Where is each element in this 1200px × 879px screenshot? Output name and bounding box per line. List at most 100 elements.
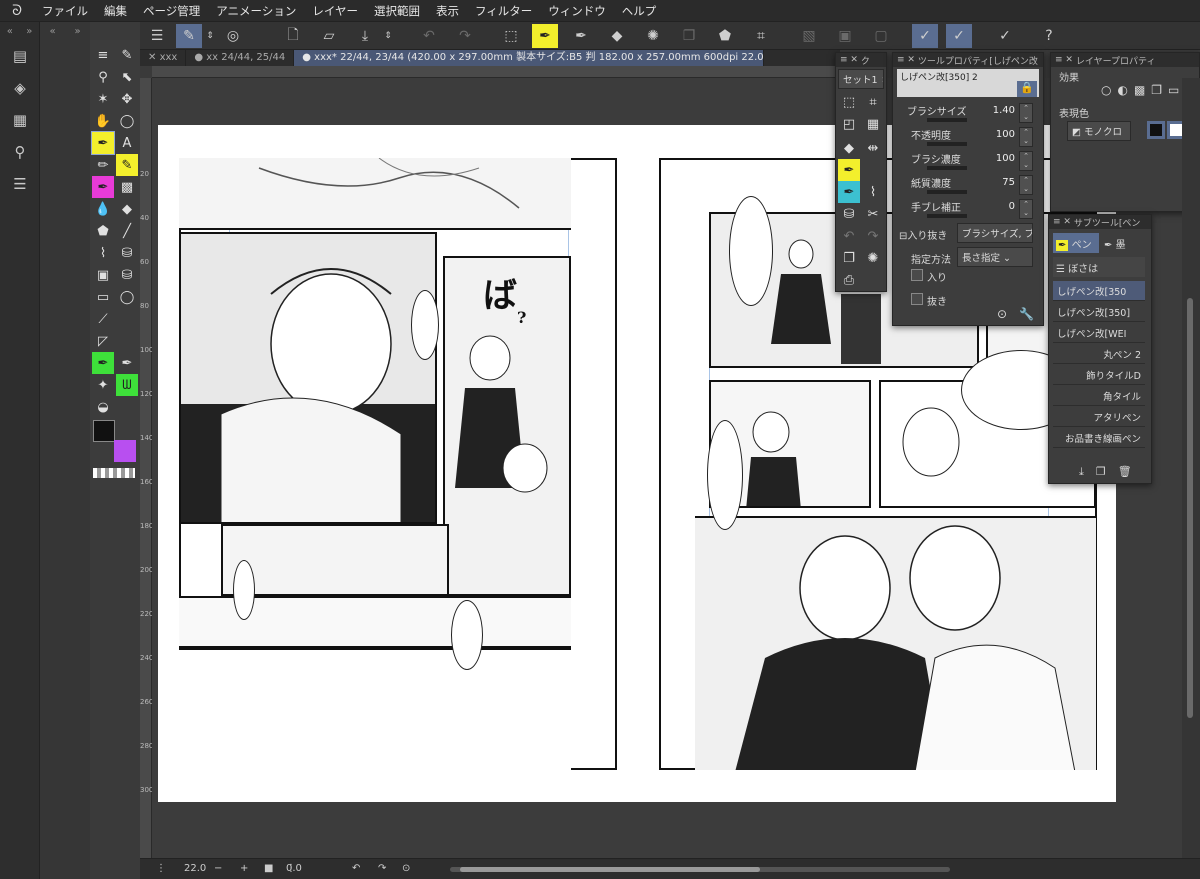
tab-document-2[interactable]: ● xx 24/44, 25/44	[186, 50, 295, 66]
angle-value[interactable]: 0.0	[286, 863, 302, 874]
fill-tool-icon[interactable]: ⬟	[92, 220, 114, 242]
move-tool-icon[interactable]: ✥	[116, 88, 138, 110]
eraser-tool-icon[interactable]: ◆	[116, 198, 138, 220]
reset-icon[interactable]: ⊙	[997, 307, 1007, 321]
eraser-quick-icon[interactable]: ◆	[604, 24, 630, 48]
lock-icon[interactable]: 🔒	[1017, 81, 1037, 97]
decoration-tool-icon[interactable]: ✒	[92, 352, 114, 374]
speech-bubble[interactable]	[451, 600, 483, 670]
stepper-icon[interactable]: ⌃ ⌄	[1019, 175, 1033, 195]
method-dropdown[interactable]: 長さ指定 ⌄	[957, 247, 1033, 267]
h-scroll-thumb[interactable]	[460, 867, 760, 872]
prop-slider[interactable]	[927, 142, 967, 146]
horizontal-scrollbar[interactable]	[450, 867, 950, 872]
menu-icon[interactable]: ≡	[1055, 55, 1063, 65]
redo-small-icon[interactable]: ↷	[862, 225, 884, 247]
print-icon[interactable]: ⎙	[838, 269, 860, 291]
brush-item[interactable]: しげペン改[350	[1053, 281, 1145, 301]
menu-layer[interactable]: レイヤー	[304, 3, 366, 19]
prop-value[interactable]: 75	[1002, 177, 1015, 188]
menu-icon[interactable]: ≡	[1053, 217, 1061, 227]
zoom-tool-icon[interactable]: ⚲	[92, 66, 114, 88]
brush-tool-icon[interactable]: ✒	[92, 176, 114, 198]
dropper-icon[interactable]: ⌇	[862, 181, 884, 203]
menu-filter[interactable]: フィルター	[467, 3, 540, 19]
eyedropper-icon[interactable]: ⌇	[92, 242, 114, 264]
gradient-tool-icon[interactable]: ▣	[92, 264, 114, 286]
tab-ink[interactable]: ✒ 墨	[1101, 233, 1147, 253]
wrench-icon[interactable]: 🔧	[1019, 307, 1034, 321]
brush-item[interactable]: アタリペン	[1053, 407, 1145, 427]
collapse-left-icon[interactable]: «	[49, 26, 55, 37]
out-checkbox[interactable]	[911, 293, 923, 305]
menu-page[interactable]: ページ管理	[135, 3, 208, 19]
layers-icon[interactable]: ◈	[0, 72, 40, 104]
balloon-tool-icon[interactable]: ◯	[116, 286, 138, 308]
manga-panel-mid[interactable]	[221, 524, 449, 596]
zoom-value[interactable]: 22.0	[184, 863, 206, 874]
stroke-2-icon[interactable]: ✓	[946, 24, 972, 48]
brush-item[interactable]: 飾りタイルD	[1053, 365, 1145, 385]
marker-tool-icon[interactable]: ✎	[116, 154, 138, 176]
palette-menu-icon[interactable]: ≡	[92, 44, 114, 66]
updown-2-icon[interactable]: ⇕	[380, 24, 396, 48]
expression-dropdown[interactable]: ◩ モノクロ	[1067, 121, 1131, 141]
fit-icon[interactable]: ■	[264, 863, 273, 874]
pen-tool-icon[interactable]: ✒	[91, 131, 115, 155]
open-folder-icon[interactable]: ▱	[316, 24, 342, 48]
undo-icon[interactable]: ↶	[416, 24, 442, 48]
hand-tool-icon[interactable]: ✋	[92, 110, 114, 132]
sub-color-swatch[interactable]	[114, 440, 136, 462]
copy-small-icon[interactable]: ❐	[838, 247, 860, 269]
menu-view[interactable]: 表示	[428, 3, 467, 19]
pen-set-icon[interactable]: ✒	[838, 159, 860, 181]
new-page-icon[interactable]: 🗋	[280, 24, 306, 48]
bucket-tool-icon[interactable]: ⛁	[116, 242, 138, 264]
updown-icon[interactable]: ⇕	[202, 24, 218, 48]
trash-icon[interactable]: 🗑	[1118, 465, 1144, 478]
rotate-left-icon[interactable]: ↶	[352, 863, 360, 874]
menu-selection[interactable]: 選択範囲	[366, 3, 428, 19]
edit-mode-icon[interactable]: ✎	[176, 24, 202, 48]
prop-slider[interactable]	[927, 166, 967, 170]
crop-icon[interactable]: ▢	[868, 24, 894, 48]
operation-tool-icon[interactable]: ⬉	[116, 66, 138, 88]
menu-help[interactable]: ヘルプ	[614, 3, 665, 19]
grid-icon[interactable]: ▦	[862, 113, 884, 135]
prop-opacity[interactable]: 不透明度 100 ⌃ ⌄	[897, 127, 1033, 149]
ruler-tool-icon[interactable]: ⟋	[92, 308, 114, 330]
close-icon[interactable]: ✕	[907, 55, 915, 65]
taper-dropdown[interactable]: ブラシサイズ, ブラシ	[957, 223, 1033, 243]
zoom-out-button[interactable]: −	[214, 863, 222, 874]
correct-line-icon[interactable]: ◸	[92, 330, 114, 352]
fill-selection-icon[interactable]: ▣	[832, 24, 858, 48]
menu-icon[interactable]: ≡	[840, 55, 848, 65]
speech-bubble[interactable]	[707, 420, 743, 530]
prop-value[interactable]: 1.40	[993, 105, 1015, 116]
history-icon[interactable]: ☰	[0, 168, 40, 200]
set-dropdown[interactable]: セット1 ⇕	[838, 69, 884, 89]
text-tool-icon[interactable]: A	[116, 132, 138, 154]
color-black-swatch[interactable]	[1147, 121, 1165, 139]
select-rect-icon[interactable]: ⬚	[498, 24, 524, 48]
transparent-color-swatch[interactable]	[93, 468, 135, 478]
reset-rotation-icon[interactable]: ⊙	[402, 863, 410, 874]
save-icon[interactable]: ⤓	[352, 24, 378, 48]
help-icon[interactable]: ?	[1036, 24, 1062, 48]
prop-brush-size[interactable]: ブラシサイズ 1.40 ⌃ ⌄	[897, 103, 1033, 125]
pen-quick-icon[interactable]: ✒	[532, 24, 558, 48]
manga-panel-main[interactable]	[179, 232, 437, 524]
app-logo-icon[interactable]: ᘐ	[0, 3, 34, 19]
pattern-tool-icon[interactable]: ▩	[116, 176, 138, 198]
crop-icon[interactable]: ⌗	[862, 91, 884, 113]
clear-icon[interactable]: ▧	[796, 24, 822, 48]
blur-group[interactable]: ☰ ぼさは	[1053, 257, 1145, 277]
blend-tool-icon[interactable]: 💧	[92, 198, 114, 220]
pen-tab-icon[interactable]: ✎	[116, 44, 138, 66]
pen-nib-icon[interactable]: ✒	[568, 24, 594, 48]
speech-bubble[interactable]	[411, 290, 439, 360]
stepper-icon[interactable]: ⌃ ⌄	[1019, 103, 1033, 123]
brush-item[interactable]: 角タイル	[1053, 386, 1145, 406]
sparkle-tool-icon[interactable]: ✦	[92, 374, 114, 396]
menu-animation[interactable]: アニメーション	[208, 3, 304, 19]
